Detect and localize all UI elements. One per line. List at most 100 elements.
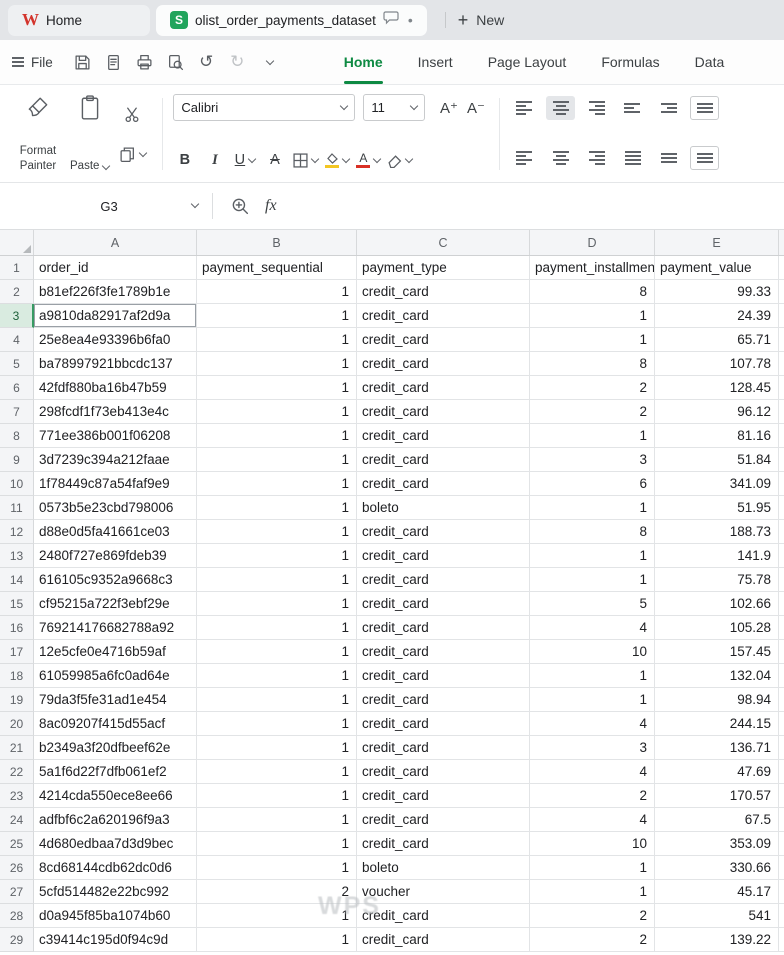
cell-E18[interactable]: 132.04 [655,664,779,688]
cell-D3[interactable]: 1 [530,304,655,328]
cell-A28[interactable]: d0a945f85ba1074b60 [34,904,197,928]
row-header-21[interactable]: 21 [0,736,34,760]
cell-A5[interactable]: ba78997921bbcdc137 [34,352,197,376]
row-header-27[interactable]: 27 [0,880,34,904]
cell-D26[interactable]: 1 [530,856,655,880]
more-commands-button[interactable] [255,49,282,76]
print-preview-button[interactable] [162,49,189,76]
row-header-24[interactable]: 24 [0,808,34,832]
eraser-button[interactable] [387,148,414,172]
cell-C22[interactable]: credit_card [357,760,530,784]
cell-B12[interactable]: 1 [197,520,357,544]
cell-A11[interactable]: 0573b5e23cbd798006 [34,496,197,520]
cell-C25[interactable]: credit_card [357,832,530,856]
cell-E6[interactable]: 128.45 [655,376,779,400]
cell-C8[interactable]: credit_card [357,424,530,448]
grow-font-button[interactable]: A⁺ [435,99,462,117]
underline-button[interactable]: U [233,148,257,172]
font-color-button[interactable]: A [356,148,382,172]
row-header-17[interactable]: 17 [0,640,34,664]
cell-D23[interactable]: 2 [530,784,655,808]
copy-button[interactable] [119,142,148,166]
row-header-14[interactable]: 14 [0,568,34,592]
cell-C7[interactable]: credit_card [357,400,530,424]
cell-B7[interactable]: 1 [197,400,357,424]
row-header-29[interactable]: 29 [0,928,34,952]
cell-C1[interactable]: payment_type [357,256,530,280]
cell-C16[interactable]: credit_card [357,616,530,640]
cell-E7[interactable]: 96.12 [655,400,779,424]
row-header-28[interactable]: 28 [0,904,34,928]
zoom-formula-button[interactable] [227,197,253,216]
print-button[interactable] [131,49,158,76]
cell-A4[interactable]: 25e8ea4e93396b6fa0 [34,328,197,352]
cell-A17[interactable]: 12e5cfe0e4716b59af [34,640,197,664]
row-header-2[interactable]: 2 [0,280,34,304]
cell-D16[interactable]: 4 [530,616,655,640]
cell-D22[interactable]: 4 [530,760,655,784]
undo-button[interactable]: ↺ [193,49,220,76]
cell-C6[interactable]: credit_card [357,376,530,400]
cell-D13[interactable]: 1 [530,544,655,568]
decrease-indent-icon[interactable] [618,96,647,120]
row-header-25[interactable]: 25 [0,832,34,856]
row-header-7[interactable]: 7 [0,400,34,424]
cell-B24[interactable]: 1 [197,808,357,832]
cell-A26[interactable]: 8cd68144cdb62dc0d6 [34,856,197,880]
cut-button[interactable] [119,102,146,126]
cell-C10[interactable]: credit_card [357,472,530,496]
ribbon-tab-page-layout[interactable]: Page Layout [488,40,567,84]
cell-B17[interactable]: 1 [197,640,357,664]
cell-D29[interactable]: 2 [530,928,655,952]
italic-button[interactable]: I [203,148,226,172]
cell-E22[interactable]: 47.69 [655,760,779,784]
align-left-icon[interactable] [510,146,539,170]
cell-E16[interactable]: 105.28 [655,616,779,640]
cell-B2[interactable]: 1 [197,280,357,304]
cell-E19[interactable]: 98.94 [655,688,779,712]
cell-C24[interactable]: credit_card [357,808,530,832]
cell-C20[interactable]: credit_card [357,712,530,736]
cell-A25[interactable]: 4d680edbaa7d3d9bec [34,832,197,856]
bold-button[interactable]: B [173,148,196,172]
cell-E4[interactable]: 65.71 [655,328,779,352]
row-header-10[interactable]: 10 [0,472,34,496]
row-header-22[interactable]: 22 [0,760,34,784]
cell-E5[interactable]: 107.78 [655,352,779,376]
ribbon-tab-formulas[interactable]: Formulas [601,40,659,84]
cell-A29[interactable]: c39414c195d0f94c9d [34,928,197,952]
save-button[interactable] [69,49,96,76]
fill-color-button[interactable] [325,148,351,172]
cell-E2[interactable]: 99.33 [655,280,779,304]
cell-B20[interactable]: 1 [197,712,357,736]
row-header-19[interactable]: 19 [0,688,34,712]
cell-B28[interactable]: 1 [197,904,357,928]
home-tab[interactable]: W Home [8,4,150,36]
column-header-A[interactable]: A [34,230,197,255]
row-header-23[interactable]: 23 [0,784,34,808]
cell-A14[interactable]: 616105c9352a9668c3 [34,568,197,592]
cell-E21[interactable]: 136.71 [655,736,779,760]
cell-A24[interactable]: adfbf6c2a620196f9a3 [34,808,197,832]
cell-B3[interactable]: 1 [197,304,357,328]
cell-E28[interactable]: 541 [655,904,779,928]
cell-D14[interactable]: 1 [530,568,655,592]
cell-E23[interactable]: 170.57 [655,784,779,808]
cell-B29[interactable]: 1 [197,928,357,952]
cell-B5[interactable]: 1 [197,352,357,376]
font-name-select[interactable]: Calibri [173,94,356,121]
cell-C11[interactable]: boleto [357,496,530,520]
cell-A1[interactable]: order_id [34,256,197,280]
cell-C18[interactable]: credit_card [357,664,530,688]
cell-D25[interactable]: 10 [530,832,655,856]
ribbon-tab-home[interactable]: Home [343,40,383,84]
name-box[interactable]: G3 [10,183,208,229]
justify-icon[interactable] [618,146,647,170]
row-header-9[interactable]: 9 [0,448,34,472]
shrink-font-button[interactable]: A⁻ [462,99,489,117]
cell-B25[interactable]: 1 [197,832,357,856]
cell-C29[interactable]: credit_card [357,928,530,952]
cell-D19[interactable]: 1 [530,688,655,712]
cell-D1[interactable]: payment_installments [530,256,655,280]
cell-E25[interactable]: 353.09 [655,832,779,856]
